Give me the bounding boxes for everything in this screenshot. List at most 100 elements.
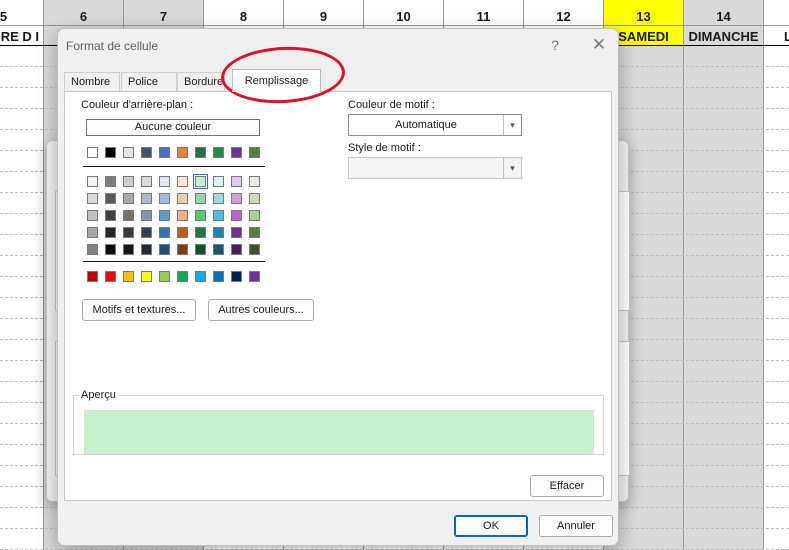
color-swatch[interactable] (177, 244, 188, 255)
color-swatch[interactable] (249, 147, 260, 158)
color-swatch[interactable] (213, 244, 224, 255)
tab-bordure[interactable]: Bordure (177, 72, 225, 91)
color-swatch[interactable] (105, 271, 116, 282)
color-swatch[interactable] (231, 271, 242, 282)
more-colors-button[interactable]: Autres couleurs... (208, 299, 314, 321)
cancel-button[interactable]: Annuler (539, 515, 613, 537)
color-swatch[interactable] (231, 210, 242, 221)
color-swatch[interactable] (195, 193, 206, 204)
color-swatch[interactable] (249, 271, 260, 282)
color-swatch[interactable] (213, 193, 224, 204)
column-number-header: 10 (364, 0, 444, 26)
color-swatch[interactable] (213, 271, 224, 282)
color-swatch[interactable] (213, 176, 224, 187)
color-swatch[interactable] (195, 271, 206, 282)
color-swatch[interactable] (87, 271, 98, 282)
color-swatch[interactable] (105, 193, 116, 204)
column-number-header (764, 0, 789, 26)
preview-label: Aperçu (79, 389, 118, 401)
color-swatch[interactable] (105, 210, 116, 221)
color-swatch[interactable] (159, 210, 170, 221)
color-swatch[interactable] (141, 193, 152, 204)
color-swatch[interactable] (87, 227, 98, 238)
color-swatch[interactable] (249, 210, 260, 221)
color-swatch[interactable] (105, 176, 116, 187)
color-swatch[interactable] (141, 227, 152, 238)
color-swatch[interactable] (123, 193, 134, 204)
color-swatch[interactable] (123, 176, 134, 187)
color-swatch[interactable] (141, 210, 152, 221)
background-color-label: Couleur d'arrière-plan : (81, 99, 194, 111)
color-swatch[interactable] (87, 193, 98, 204)
color-swatch[interactable] (231, 193, 242, 204)
palette-divider (83, 261, 265, 262)
sheet-column (0, 0, 44, 550)
color-swatch[interactable] (87, 147, 98, 158)
format-cells-dialog: Format de cellule ? ✕ Nombre Police Bord… (57, 28, 619, 546)
no-color-button[interactable]: Aucune couleur (86, 119, 260, 136)
color-swatch[interactable] (193, 174, 208, 189)
pattern-style-label: Style de motif : (348, 142, 421, 154)
dialog-title: Format de cellule (66, 39, 159, 53)
color-swatch[interactable] (213, 147, 224, 158)
color-swatch[interactable] (177, 176, 188, 187)
color-swatch[interactable] (177, 147, 188, 158)
column-number-header: 11 (444, 0, 524, 26)
color-swatch[interactable] (123, 147, 134, 158)
tab-remplissage[interactable]: Remplissage (232, 69, 321, 92)
tab-police[interactable]: Police (121, 72, 177, 91)
ok-button[interactable]: OK (454, 515, 528, 537)
color-swatch[interactable] (195, 227, 206, 238)
color-swatch[interactable] (195, 244, 206, 255)
color-swatch[interactable] (159, 271, 170, 282)
color-swatch[interactable] (213, 210, 224, 221)
color-swatch[interactable] (141, 244, 152, 255)
color-swatch[interactable] (231, 227, 242, 238)
color-swatch[interactable] (249, 176, 260, 187)
color-swatch[interactable] (87, 210, 98, 221)
color-swatch[interactable] (87, 176, 98, 187)
pattern-style-dropdown[interactable]: ▾ (348, 157, 522, 179)
color-swatch[interactable] (159, 227, 170, 238)
color-swatch[interactable] (141, 176, 152, 187)
color-swatch[interactable] (213, 227, 224, 238)
color-swatch[interactable] (195, 147, 206, 158)
color-swatch[interactable] (141, 147, 152, 158)
sheet-column (684, 0, 764, 550)
color-swatch[interactable] (249, 193, 260, 204)
color-swatch[interactable] (177, 271, 188, 282)
clear-button[interactable]: Effacer (530, 475, 604, 497)
color-swatch[interactable] (231, 244, 242, 255)
color-swatch[interactable] (105, 227, 116, 238)
color-swatch[interactable] (159, 193, 170, 204)
color-swatch[interactable] (159, 244, 170, 255)
color-swatch[interactable] (249, 244, 260, 255)
tab-nombre[interactable]: Nombre (64, 72, 120, 91)
color-swatch[interactable] (177, 227, 188, 238)
color-swatch[interactable] (177, 193, 188, 204)
color-swatch[interactable] (177, 210, 188, 221)
color-swatch[interactable] (123, 271, 134, 282)
patterns-textures-button[interactable]: Motifs et textures... (82, 299, 196, 321)
color-swatch[interactable] (159, 147, 170, 158)
color-swatch[interactable] (231, 147, 242, 158)
column-number-header: 6 (44, 0, 124, 26)
help-icon[interactable]: ? (548, 37, 562, 53)
column-number-header: 8 (204, 0, 284, 26)
color-swatch[interactable] (123, 244, 134, 255)
pattern-color-dropdown[interactable]: Automatique ▾ (348, 114, 522, 136)
color-swatch[interactable] (249, 227, 260, 238)
color-swatch[interactable] (231, 176, 242, 187)
preview-swatch (84, 410, 594, 454)
pattern-style-value (349, 158, 503, 178)
color-swatch[interactable] (123, 210, 134, 221)
color-swatch[interactable] (105, 244, 116, 255)
color-swatch[interactable] (123, 227, 134, 238)
column-number-header: 12 (524, 0, 604, 26)
color-swatch[interactable] (87, 244, 98, 255)
close-icon[interactable]: ✕ (591, 35, 607, 55)
color-swatch[interactable] (141, 271, 152, 282)
color-swatch[interactable] (195, 210, 206, 221)
color-swatch[interactable] (105, 147, 116, 158)
color-swatch[interactable] (159, 176, 170, 187)
